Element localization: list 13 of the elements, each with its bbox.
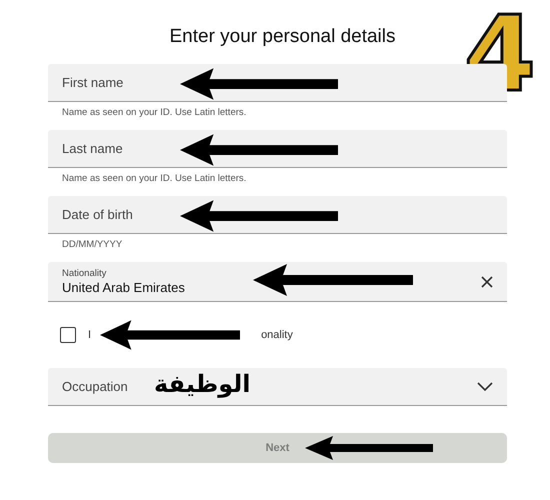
chevron-down-icon bbox=[477, 382, 493, 391]
input-field[interactable]: Date of birth bbox=[48, 196, 507, 234]
field-hint: Name as seen on your ID. Use Latin letters. bbox=[61, 172, 248, 186]
annotation-label: الوظيفة bbox=[154, 370, 251, 398]
input-field[interactable]: Last name bbox=[48, 130, 507, 168]
checkbox-label: I bbox=[88, 329, 92, 341]
field-hint: DD/MM/YYYY bbox=[61, 238, 124, 252]
page-title: Enter your personal details bbox=[169, 26, 396, 48]
checkbox-label: onality bbox=[261, 329, 293, 341]
field-hint: Name as seen on your ID. Use Latin letters. bbox=[61, 106, 248, 120]
select-field[interactable]: Nationality United Arab Emirates bbox=[48, 262, 507, 302]
checkbox[interactable] bbox=[60, 327, 76, 343]
clear-icon[interactable] bbox=[481, 276, 493, 288]
